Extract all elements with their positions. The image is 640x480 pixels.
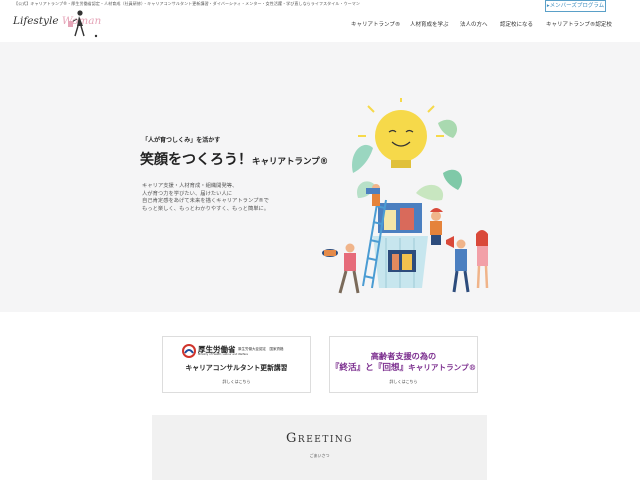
- shukatsu-line2: 『終活』と『回想』キャリアトランプ®: [330, 363, 477, 373]
- hero-title: 笑顔をつくろう！キャリアトランプ®: [140, 152, 329, 168]
- nav-item-corporate[interactable]: 法人の方へ: [460, 20, 488, 28]
- greeting-subtitle: ごあいさつ: [309, 453, 330, 458]
- nav-item-certified-schools[interactable]: キャリアトランプ®認定校: [546, 20, 612, 28]
- shukatsu-banner[interactable]: 高齢者支援の為の 『終活』と『回想』キャリアトランプ® 詳しくはこちら: [329, 336, 478, 393]
- hero-subtitle: 「人が育つしくみ」を活かす: [142, 137, 221, 144]
- mhlw-name-en: Ministry of Health, Labour and Welfare: [198, 353, 248, 356]
- greeting-section: Greeting ごあいさつ: [152, 415, 487, 480]
- shukatsu-details-link[interactable]: 詳しくはこちら: [330, 379, 477, 385]
- main-nav: キャリアトランプ® 人材育成を学ぶ 法人の方へ 認定校になる キャリアトランプ®…: [0, 20, 640, 30]
- nav-item-career-trump[interactable]: キャリアトランプ®: [351, 20, 400, 28]
- hero-section: 「人が育つしくみ」を活かす 笑顔をつくろう！キャリアトランプ® キャリア支援・人…: [0, 42, 640, 312]
- hero-illustration: [322, 98, 489, 294]
- cc-renewal-details-link[interactable]: 詳しくはこちら: [163, 379, 310, 385]
- site-tagline: 【公式】キャリアトランプ®・厚生労働省認定・人材育成（社員研修）・キャリアコンサ…: [14, 1, 360, 6]
- hero-description: キャリア支援・人材育成・組織開発等、 人が育つ力を学びたい、届けたい人に 自己肯…: [142, 183, 269, 213]
- hero-line: キャリア支援・人材育成・組織開発等、: [142, 183, 238, 189]
- cc-renewal-title: キャリアコンサルタント更新講習: [185, 364, 288, 372]
- hero-line: もっと楽しく、もっとわかりやすく、もっと簡単に。: [142, 205, 270, 212]
- site-header: 【公式】キャリアトランプ®・厚生労働省認定・人材育成（社員研修）・キャリアコンサ…: [0, 0, 640, 42]
- nav-item-become-school[interactable]: 認定校になる: [500, 20, 533, 28]
- mhlw-certification-note: 厚生労働大臣認定 国家資格: [238, 347, 284, 351]
- nav-item-learn-hr[interactable]: 人材育成を学ぶ: [410, 20, 449, 28]
- greeting-title: Greeting: [286, 431, 353, 446]
- mhlw-logo: 厚生労働省 Ministry of Health, Labour and Wel…: [182, 344, 302, 358]
- members-program-button[interactable]: ▸メンバーズプログラム: [545, 0, 606, 12]
- cc-renewal-banner[interactable]: 厚生労働省 Ministry of Health, Labour and Wel…: [162, 336, 311, 393]
- mhlw-emblem-icon: [182, 344, 196, 358]
- hero-line: 自己肯定感をあげて未来を描くキャリアトランプ®で: [142, 198, 269, 205]
